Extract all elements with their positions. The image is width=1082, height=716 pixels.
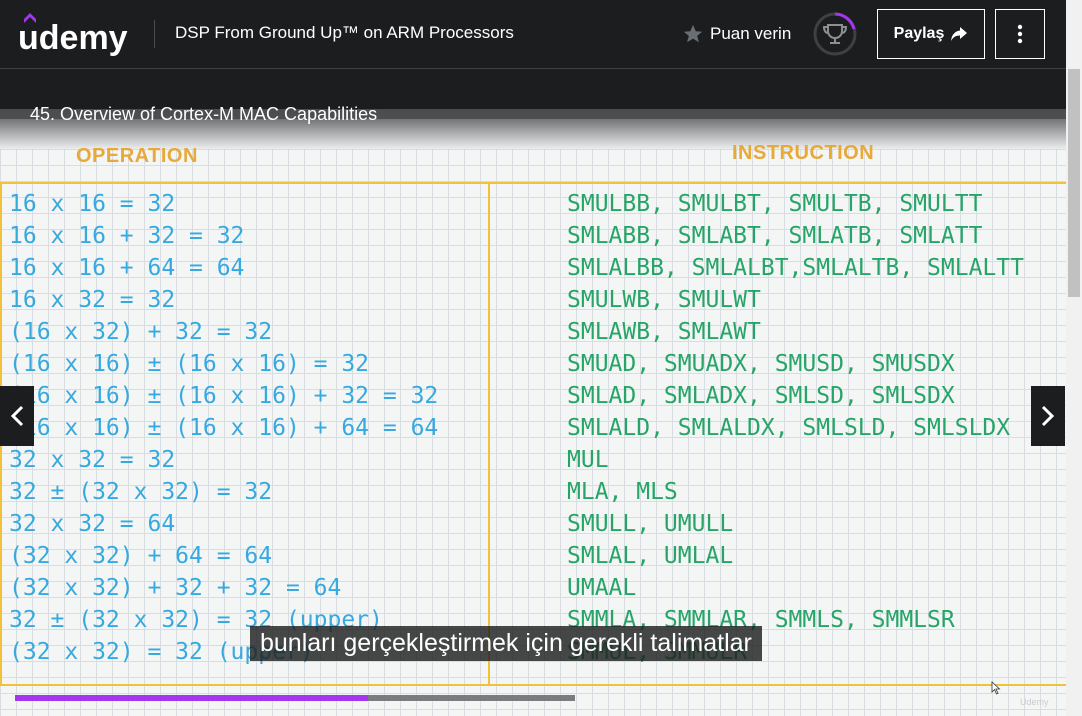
- operation-row: 32 ± (32 x 32) = 32: [9, 479, 273, 505]
- next-lecture-button[interactable]: [1031, 386, 1065, 446]
- operation-list: 16 x 16 = 32 16 x 16 + 32 = 32 16 x 16 + 6…: [9, 188, 438, 668]
- operation-header: OPERATION: [76, 145, 198, 167]
- instruction-row: SMLALD, SMLALDX, SMLSLD, SMLSLDX: [567, 415, 1011, 441]
- chevron-right-icon: [1041, 405, 1055, 427]
- operation-row: (16 x 16) ± (16 x 16) = 32: [9, 351, 370, 377]
- header-divider: [154, 20, 155, 48]
- progress-trophy-button[interactable]: [813, 12, 857, 56]
- share-arrow-icon: [951, 27, 968, 41]
- previous-lecture-button[interactable]: [0, 386, 34, 446]
- instruction-row: SMULWB, SMULWT: [567, 287, 761, 313]
- video-player[interactable]: 45. Overview of Cortex-M MAC Capabilitie…: [0, 69, 1066, 716]
- logo-text: udemy: [18, 19, 128, 57]
- udemy-logo[interactable]: udemy: [18, 9, 138, 59]
- operation-row: 16 x 16 + 32 = 32: [9, 223, 245, 249]
- instruction-header: INSTRUCTION: [732, 142, 875, 164]
- operation-row: 32 x 32 = 32: [9, 447, 176, 473]
- trophy-icon: [822, 24, 848, 44]
- star-icon: [683, 24, 703, 43]
- operation-row: (32 x 32) + 32 + 32 = 64: [9, 575, 342, 601]
- instruction-row: SMLAD, SMLADX, SMLSD, SMLSDX: [567, 383, 955, 409]
- top-header: udemy DSP From Ground Up™ on ARM Process…: [0, 0, 1082, 69]
- operation-row: 16 x 32 = 32: [9, 287, 176, 313]
- subtitle-caption: bunları gerçekleştirmek için gerekli tal…: [250, 626, 762, 661]
- instruction-row: UMAAL: [567, 575, 637, 601]
- rate-button[interactable]: Puan verin: [682, 23, 791, 45]
- instruction-row: SMULBB, SMULBT, SMULTB, SMULTT: [567, 191, 983, 217]
- operation-row: (16 x 32) + 32 = 32: [9, 319, 273, 345]
- table-column-divider: [488, 182, 490, 686]
- video-progress-fill[interactable]: [15, 695, 368, 701]
- more-options-button[interactable]: [995, 9, 1045, 59]
- mouse-cursor-icon: [991, 681, 1001, 695]
- operation-row: (32 x 32) + 64 = 64: [9, 543, 273, 569]
- operation-row: (16 x 16) ± (16 x 16) + 32 = 32: [9, 383, 439, 409]
- operation-row: 32 x 32 = 64: [9, 511, 176, 537]
- operation-row: (16 x 16) ± (16 x 16) + 64 = 64: [9, 415, 439, 441]
- instruction-row: SMLAL, UMLAL: [567, 543, 734, 569]
- udemy-watermark: Udemy: [1020, 697, 1049, 707]
- instruction-list: SMULBB, SMULBT, SMULTB, SMULTT SMLABB, SM…: [567, 188, 1024, 668]
- instruction-row: SMUAD, SMUADX, SMUSD, SMUSDX: [567, 351, 955, 377]
- chevron-left-icon: [10, 405, 24, 427]
- share-button[interactable]: Paylaş: [877, 9, 985, 59]
- share-label: Paylaş: [893, 25, 945, 42]
- operation-row: 16 x 16 + 64 = 64: [9, 255, 245, 281]
- instruction-row: SMLABB, SMLABT, SMLATB, SMLATT: [567, 223, 983, 249]
- instruction-row: SMLALBB, SMLALBT,SMLALTB, SMLALTT: [567, 255, 1024, 281]
- lecture-title: 45. Overview of Cortex-M MAC Capabilitie…: [30, 104, 378, 124]
- instruction-row: MLA, MLS: [567, 479, 678, 505]
- course-title[interactable]: DSP From Ground Up™ on ARM Processors: [175, 23, 514, 43]
- instruction-row: SMULL, UMULL: [567, 511, 734, 537]
- rate-label: Puan verin: [710, 24, 792, 43]
- instruction-row: MUL: [567, 447, 609, 473]
- operation-row: 16 x 16 = 32: [9, 191, 176, 217]
- page-scrollbar-thumb[interactable]: [1068, 69, 1080, 297]
- more-vertical-icon: [1017, 24, 1023, 44]
- instruction-row: SMLAWB, SMLAWT: [567, 319, 761, 345]
